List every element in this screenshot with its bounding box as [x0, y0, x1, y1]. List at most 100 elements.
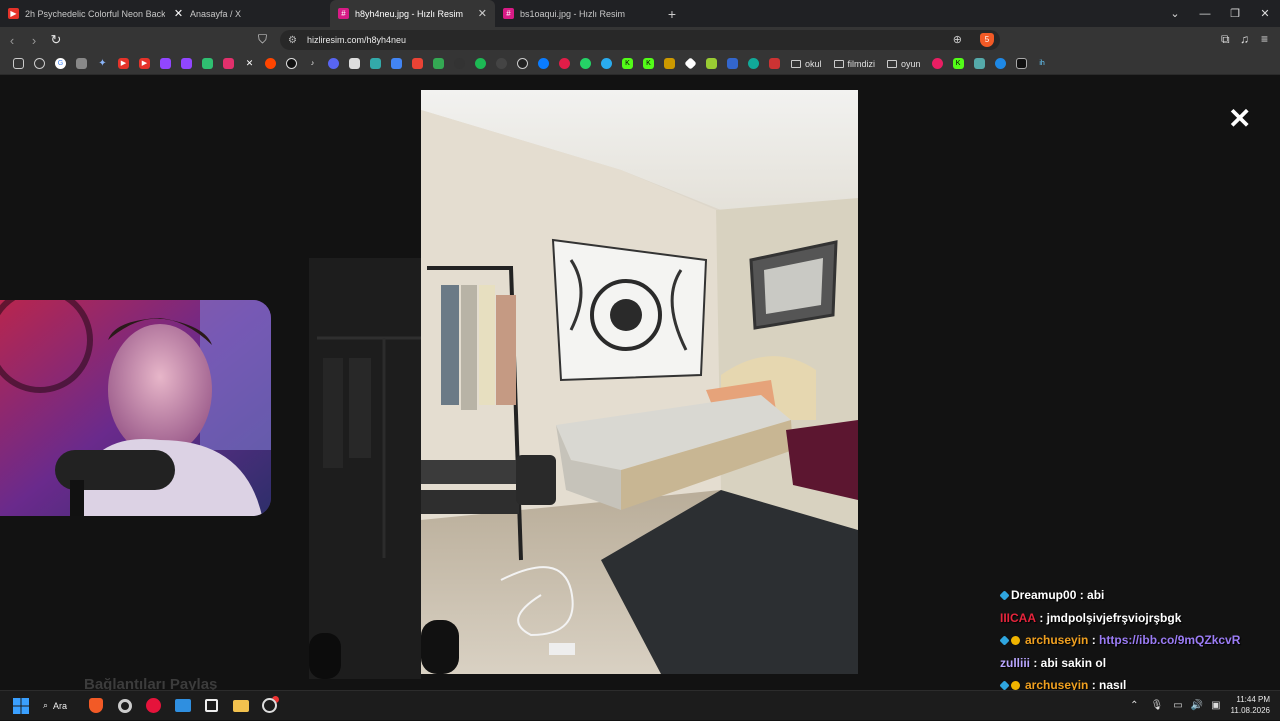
- twitch-icon[interactable]: [155, 53, 176, 75]
- youtube-bookmark-icon[interactable]: ▶: [134, 53, 155, 75]
- google-icon[interactable]: G: [50, 53, 71, 75]
- bookmark-site-icon[interactable]: [680, 53, 701, 75]
- instagram-icon[interactable]: [218, 53, 239, 75]
- maximize-icon[interactable]: ❐: [1220, 7, 1250, 20]
- notification-icon[interactable]: ▣: [1211, 700, 1220, 711]
- address-bar[interactable]: ⚙ hizliresim.com/h8yh4neu ⊕ 5: [280, 30, 1000, 50]
- menu-icon[interactable]: ≡: [1261, 32, 1268, 46]
- kick-icon[interactable]: [197, 53, 218, 75]
- forward-icon[interactable]: ›: [24, 33, 44, 48]
- messenger-icon[interactable]: [533, 53, 554, 75]
- gemini-icon[interactable]: ✦: [92, 53, 113, 75]
- taskbar-search[interactable]: ⌕ Ara: [43, 700, 67, 711]
- bookmark-icon[interactable]: ⛉: [258, 32, 267, 47]
- bookmark-site-icon[interactable]: [1011, 53, 1032, 75]
- bookmark-site-icon[interactable]: [701, 53, 722, 75]
- tab-x[interactable]: ✕ Anasayfa / X: [165, 0, 330, 27]
- spotify-icon[interactable]: [470, 53, 491, 75]
- bookmark-site-icon[interactable]: [449, 53, 470, 75]
- gmail-icon[interactable]: [407, 53, 428, 75]
- reddit-icon[interactable]: [260, 53, 281, 75]
- chat-separator: :: [1036, 610, 1047, 625]
- close-tab-icon[interactable]: ✕: [478, 7, 487, 20]
- webcam-graphic: [0, 300, 271, 516]
- discord-icon[interactable]: [323, 53, 344, 75]
- twitch-icon[interactable]: [176, 53, 197, 75]
- whatsapp-icon[interactable]: [575, 53, 596, 75]
- x-icon: ✕: [173, 8, 184, 20]
- minimize-icon[interactable]: —: [1190, 8, 1220, 20]
- bookmark-site-icon[interactable]: [764, 53, 785, 75]
- subscriber-badge-icon: [999, 635, 1010, 646]
- tab-youtube[interactable]: ▶ 2h Psychedelic Colorful Neon Backgr: [0, 0, 165, 27]
- close-viewer-button[interactable]: ✕: [1228, 105, 1251, 133]
- zoom-icon[interactable]: ⊕: [953, 33, 962, 46]
- github-icon[interactable]: [512, 53, 533, 75]
- bookmark-site-icon[interactable]: [554, 53, 575, 75]
- chat-text: abi: [1087, 588, 1105, 603]
- bookmark-site-icon[interactable]: [722, 53, 743, 75]
- folder-label: filmdizi: [847, 58, 876, 69]
- apps-grid-icon[interactable]: [8, 53, 29, 75]
- streamer-webcam-overlay: [0, 300, 271, 516]
- bookmark-site-icon[interactable]: [344, 53, 365, 75]
- photos-icon[interactable]: [168, 691, 197, 721]
- telegram-icon[interactable]: [596, 53, 617, 75]
- obs-recording-icon[interactable]: [255, 691, 284, 721]
- brave-shield-icon[interactable]: 5: [980, 33, 994, 47]
- close-window-icon[interactable]: ✕: [1250, 7, 1280, 20]
- translate-icon[interactable]: [386, 53, 407, 75]
- chat-separator: :: [1088, 633, 1100, 648]
- main-image-room-photo[interactable]: [421, 90, 858, 674]
- tiktok-icon[interactable]: ♪: [302, 53, 323, 75]
- capcut-icon[interactable]: [197, 691, 226, 721]
- reload-icon[interactable]: ↻: [46, 32, 66, 48]
- bookmark-site-icon[interactable]: [743, 53, 764, 75]
- kick-icon[interactable]: K: [617, 53, 638, 75]
- new-tab-button[interactable]: +: [660, 6, 684, 22]
- tab-list-icon[interactable]: ⌄: [1160, 7, 1190, 20]
- tab-title: 2h Psychedelic Colorful Neon Backgr: [25, 8, 165, 19]
- chat-username: IIICAA: [1000, 610, 1036, 625]
- folder-label: okul: [805, 58, 822, 69]
- clock[interactable]: 11:44 PM 11.08.2026: [1231, 694, 1270, 716]
- extensions-icon[interactable]: ⧉: [1221, 32, 1230, 47]
- microphone-icon[interactable]: 🎙: [1150, 700, 1163, 711]
- media-icon[interactable]: ♫: [1240, 32, 1249, 46]
- windows-start-icon[interactable]: [6, 691, 35, 721]
- drive-icon[interactable]: [428, 53, 449, 75]
- history-icon[interactable]: [29, 53, 50, 75]
- tray-expand-icon[interactable]: ⌃: [1130, 700, 1138, 711]
- kick-icon[interactable]: K: [638, 53, 659, 75]
- bookmark-site-icon[interactable]: [71, 53, 92, 75]
- kick-icon[interactable]: K: [948, 53, 969, 75]
- folder-label: oyun: [901, 58, 921, 69]
- site-info-icon[interactable]: ⚙: [288, 35, 297, 46]
- bookmark-folder-filmdizi[interactable]: filmdizi: [833, 58, 876, 69]
- volume-icon[interactable]: 🔊: [1191, 700, 1203, 711]
- bookmark-folder-okul[interactable]: okul: [791, 59, 822, 69]
- x-bookmark-icon[interactable]: ✕: [239, 53, 260, 75]
- media-player-icon[interactable]: [139, 691, 168, 721]
- tab-active-image[interactable]: # h8yh4neu.jpg - Hızlı Resim ✕: [330, 0, 495, 27]
- bookmark-site-icon[interactable]: [365, 53, 386, 75]
- threads-icon[interactable]: [281, 53, 302, 75]
- brave-browser-icon[interactable]: [81, 691, 110, 721]
- network-icon[interactable]: ▭: [1173, 700, 1182, 711]
- previous-image-preview[interactable]: [309, 258, 421, 679]
- file-explorer-icon[interactable]: [226, 691, 255, 721]
- camera-app-icon[interactable]: [110, 691, 139, 721]
- bookmark-site-icon[interactable]: [659, 53, 680, 75]
- bookmark-site-icon[interactable]: [491, 53, 512, 75]
- gold-badge-icon: [1011, 680, 1020, 690]
- bookmark-site-icon[interactable]: [990, 53, 1011, 75]
- back-icon[interactable]: ‹: [2, 33, 22, 48]
- bookmark-site-icon[interactable]: [927, 53, 948, 75]
- tab-title: Anasayfa / X: [190, 8, 242, 19]
- youtube-bookmark-icon[interactable]: ▶: [113, 53, 134, 75]
- chat-link[interactable]: https://ibb.co/9mQZkcvR: [1099, 633, 1240, 647]
- tab-image-2[interactable]: # bs1oaqui.jpg - Hızlı Resim: [495, 0, 660, 27]
- bookmark-site-icon[interactable]: [969, 53, 990, 75]
- bookmark-folder-oyun[interactable]: oyun: [887, 59, 921, 69]
- bookmark-site-icon[interactable]: ih: [1032, 53, 1053, 75]
